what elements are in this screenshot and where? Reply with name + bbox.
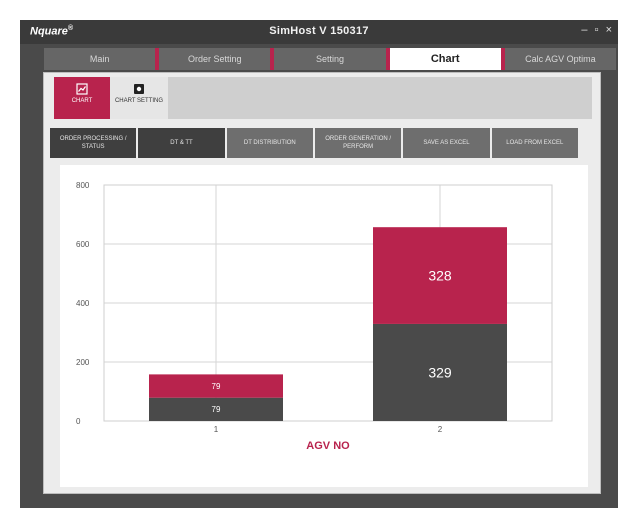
chart-setting-label: CHART SETTING — [114, 98, 164, 104]
tab-main[interactable]: Main — [44, 48, 156, 70]
chart-menu: ORDER PROCESSING / STATUS DT & TT DT DIS… — [50, 128, 580, 158]
chart-area: 0 200 400 600 800 79 79 1 329 328 2 AGV NO — [60, 165, 588, 487]
menu-dt-distribution[interactable]: DT DISTRIBUTION — [226, 128, 315, 158]
bar-data-label: 329 — [428, 364, 452, 380]
menu-save-as-excel[interactable]: SAVE AS EXCEL — [403, 128, 492, 158]
window-title: SimHost V 150317 — [269, 25, 369, 37]
chart-view-button[interactable]: CHART — [54, 77, 110, 119]
main-tab-bar: Main Order Setting Setting Chart Calc AG… — [44, 48, 617, 70]
chart-icon — [76, 83, 88, 95]
tab-setting[interactable]: Setting — [270, 48, 386, 70]
bar-data-label: 328 — [428, 267, 452, 283]
menu-order-generation-perform[interactable]: ORDER GENERATION / PERFORM — [314, 128, 404, 158]
x-tick-label: 2 — [438, 425, 443, 434]
y-tick-label: 200 — [76, 358, 90, 367]
tab-order-setting[interactable]: Order Setting — [155, 48, 271, 70]
y-tick-label: 600 — [76, 240, 90, 249]
minimize-button[interactable]: – — [581, 24, 587, 36]
y-tick-label: 400 — [76, 299, 90, 308]
gear-icon — [134, 84, 144, 94]
close-button[interactable]: × — [606, 24, 612, 36]
bar-data-label: 79 — [212, 382, 221, 391]
window-controls: – ▫ × — [577, 24, 612, 36]
y-tick-label: 800 — [76, 181, 90, 190]
title-bar: Nquare® SimHost V 150317 – ▫ × — [20, 20, 618, 44]
chart-sub-toolbar: CHART CHART SETTING — [54, 77, 592, 119]
bar-data-label: 79 — [212, 405, 221, 414]
menu-dt-tt[interactable]: DT & TT — [138, 128, 227, 158]
chart-setting-button[interactable]: CHART SETTING — [110, 77, 168, 119]
stacked-bar-chart: 0 200 400 600 800 79 79 1 329 328 2 AGV NO — [76, 181, 553, 452]
chart-panel: CHART CHART SETTING ORDER PROCESSING / S… — [43, 72, 601, 494]
menu-order-processing-status[interactable]: ORDER PROCESSING / STATUS — [50, 128, 139, 158]
maximize-button[interactable]: ▫ — [595, 24, 599, 36]
y-tick-label: 0 — [76, 417, 81, 426]
x-tick-label: 1 — [214, 425, 219, 434]
tab-chart[interactable]: Chart — [385, 48, 501, 70]
menu-load-from-excel[interactable]: LOAD FROM EXCEL — [491, 128, 580, 158]
x-axis-title: AGV NO — [306, 440, 350, 452]
chart-view-label: CHART — [71, 98, 93, 104]
tab-calc-agv-optima[interactable]: Calc AGV Optima — [500, 48, 617, 70]
